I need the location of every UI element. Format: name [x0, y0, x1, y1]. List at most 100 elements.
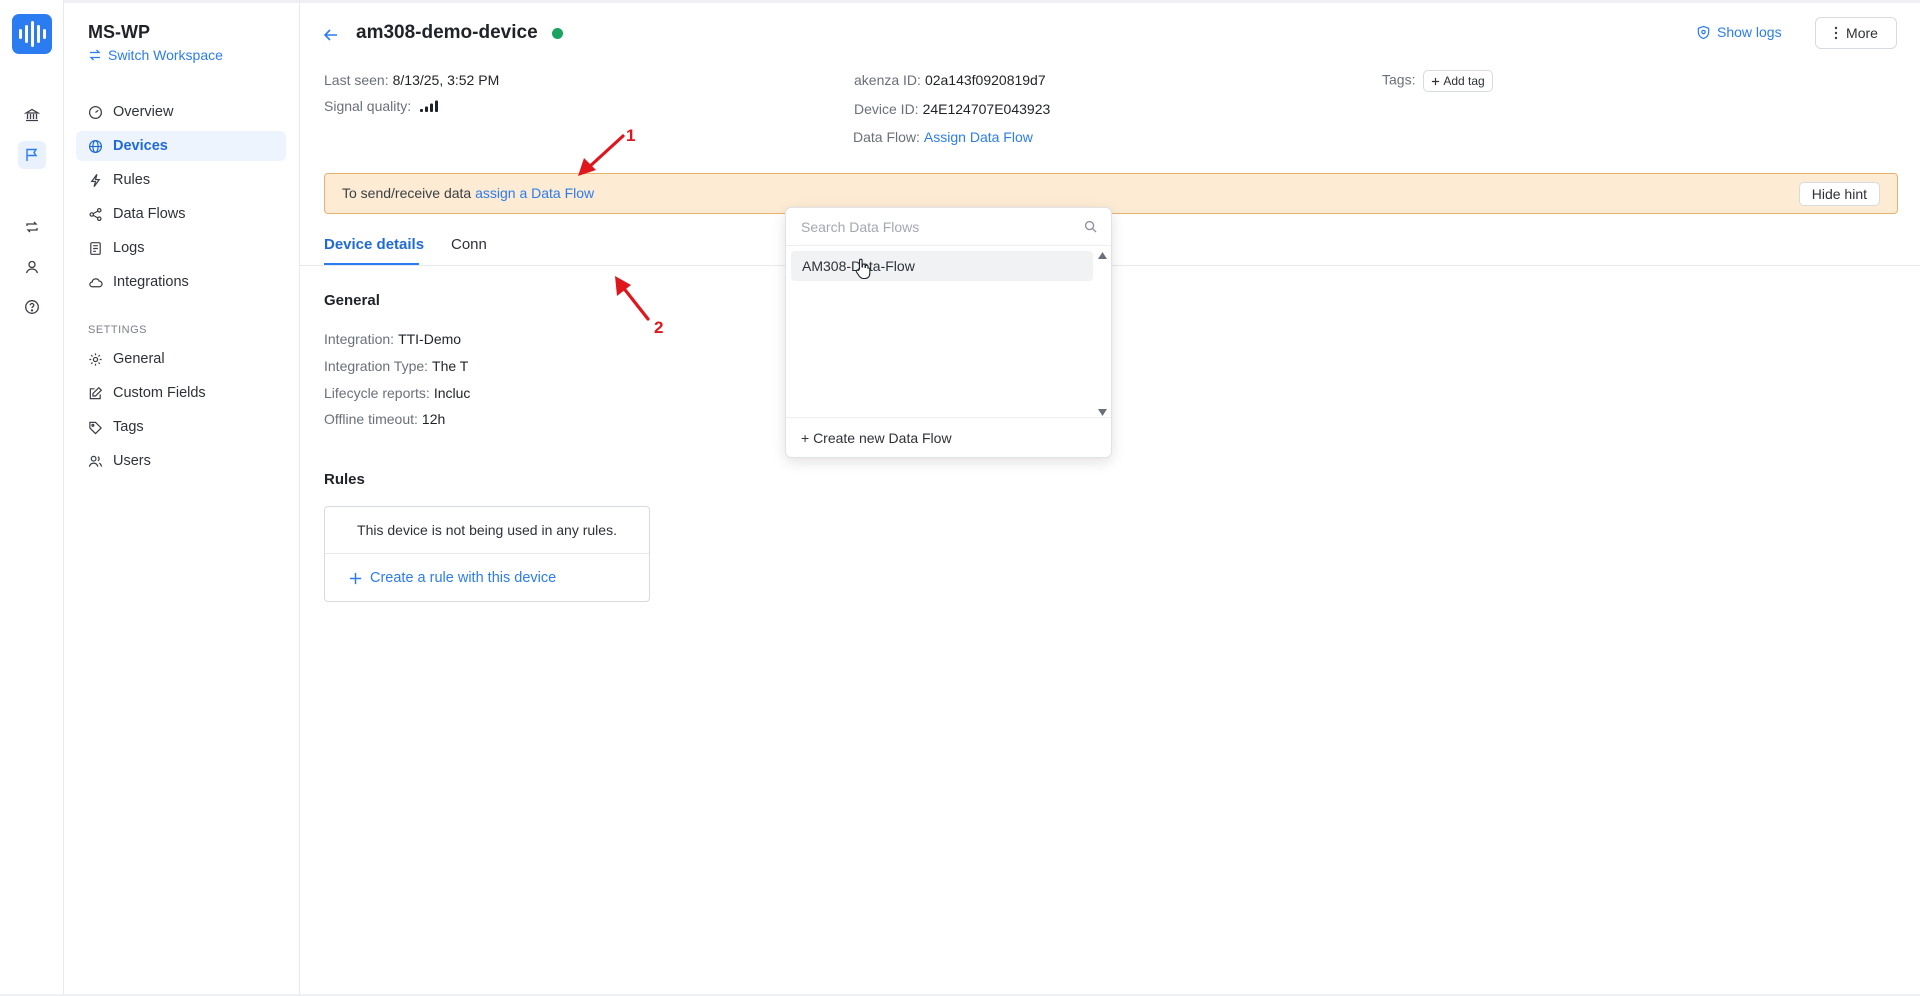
sidebar-item-label: Tags: [113, 419, 144, 435]
edit-icon: [89, 386, 103, 399]
data-flow-label: Data Flow:: [853, 129, 920, 145]
last-seen: Last seen: 8/13/25, 3:52 PM: [324, 72, 499, 88]
switch-workspace-label: Switch Workspace: [108, 47, 223, 63]
main-content: am308-demo-device Show logs More Last se…: [300, 0, 1920, 996]
annotation-label-2: 2: [654, 318, 664, 337]
signal-quality-label: Signal quality:: [324, 98, 412, 114]
sidebar-item-label: Users: [113, 453, 151, 469]
detail-label: Offline timeout:: [324, 411, 418, 427]
akenza-id: akenza ID: 02a143f0920819d7: [854, 72, 1046, 88]
show-logs-label: Show logs: [1717, 24, 1782, 40]
scroll-down-icon[interactable]: [1098, 409, 1107, 416]
app-logo[interactable]: [12, 14, 52, 54]
show-logs-button[interactable]: Show logs: [1696, 24, 1782, 40]
plus-icon: [349, 572, 362, 584]
scroll-up-icon[interactable]: [1098, 252, 1107, 259]
sidebar-item-users[interactable]: Users: [76, 446, 286, 476]
detail-label: Integration:: [324, 331, 395, 347]
bank-icon[interactable]: [18, 101, 46, 129]
data-flow-option[interactable]: AM308-Data-Flow: [791, 251, 1093, 281]
gear-icon: [89, 352, 102, 366]
sidebar-item-label: Custom Fields: [113, 385, 206, 401]
assign-data-flow-link[interactable]: Assign Data Flow: [924, 129, 1033, 145]
user-icon[interactable]: [18, 253, 46, 281]
sidebar-item-devices[interactable]: Devices: [76, 131, 286, 161]
detail-lifecycle-reports: Lifecycle reports: Incluc: [324, 385, 470, 401]
hand-cursor-icon: [855, 258, 871, 280]
sidebar-item-rules[interactable]: Rules: [76, 165, 286, 195]
hint-banner: To send/receive data assign a Data Flow …: [324, 173, 1898, 214]
settings-section-label: SETTINGS: [88, 324, 148, 336]
more-label: More: [1846, 25, 1878, 41]
search-icon: [1084, 220, 1097, 233]
workspace-name: MS-WP: [88, 22, 150, 42]
detail-label: Integration Type:: [324, 358, 429, 374]
last-seen-value: 8/13/25, 3:52 PM: [392, 72, 500, 88]
detail-value: Incluc: [433, 385, 471, 401]
rules-section-title: Rules: [324, 471, 365, 488]
detail-label: Lifecycle reports:: [324, 385, 430, 401]
sidebar-item-label: Devices: [113, 138, 168, 154]
tab-connectivity[interactable]: Conn: [451, 236, 487, 253]
hide-hint-button[interactable]: Hide hint: [1798, 182, 1880, 206]
rules-empty-text: This device is not being used in any rul…: [325, 507, 649, 554]
sidebar-item-data-flows[interactable]: Data Flows: [76, 199, 286, 229]
last-seen-label: Last seen:: [324, 72, 389, 88]
sidebar-item-custom-fields[interactable]: Custom Fields: [76, 378, 286, 408]
log-icon: [90, 241, 101, 255]
tab-device-details[interactable]: Device details: [324, 236, 424, 253]
repeat-icon[interactable]: [18, 213, 46, 241]
icon-rail: [0, 0, 64, 996]
detail-value: TTI-Demo: [398, 331, 462, 347]
detail-value: 12h: [421, 411, 446, 427]
sidebar-item-general[interactable]: General: [76, 344, 286, 374]
share-icon: [89, 207, 102, 221]
sidebar-item-label: General: [113, 351, 165, 367]
signal-quality: Signal quality:: [324, 98, 443, 114]
sidebar-item-logs[interactable]: Logs: [76, 233, 286, 263]
sidebar-item-label: Overview: [113, 104, 174, 120]
add-tag-label: Add tag: [1443, 74, 1485, 88]
assign-data-flow-hint-link[interactable]: assign a Data Flow: [475, 185, 594, 201]
kebab-icon: [1834, 26, 1838, 40]
search-data-flows-input[interactable]: [801, 217, 1071, 237]
device-id-value: 24E124707E043923: [922, 101, 1051, 117]
switch-workspace-link[interactable]: Switch Workspace: [88, 47, 223, 63]
tag-icon: [89, 421, 102, 434]
back-arrow-icon[interactable]: [322, 26, 340, 49]
plus-icon: [1432, 77, 1440, 85]
more-button[interactable]: More: [1815, 17, 1897, 49]
sidebar-item-label: Integrations: [113, 274, 189, 290]
detail-integration-type: Integration Type: The T: [324, 358, 468, 374]
sidebar: MS-WP Switch Workspace Overview Devices …: [64, 0, 300, 996]
general-section-title: General: [324, 292, 380, 309]
sidebar-item-integrations[interactable]: Integrations: [76, 267, 286, 297]
device-id: Device ID: 24E124707E043923: [854, 101, 1050, 117]
detail-offline-timeout: Offline timeout: 12h: [324, 411, 445, 427]
dropdown-search: [786, 208, 1111, 246]
shield-icon: [1697, 25, 1710, 39]
status-indicator: [552, 28, 563, 39]
annotation-label-1: 1: [626, 126, 636, 145]
detail-value: The T: [432, 358, 469, 374]
device-title: am308-demo-device: [356, 22, 538, 43]
help-icon[interactable]: [18, 293, 46, 321]
device-id-label: Device ID:: [854, 101, 919, 117]
create-data-flow-button[interactable]: + Create new Data Flow: [786, 417, 1111, 457]
tags-label: Tags:: [1382, 71, 1416, 88]
cloud-icon: [89, 277, 103, 287]
sidebar-item-overview[interactable]: Overview: [76, 97, 286, 127]
signal-bars-icon: [420, 100, 439, 112]
flag-icon[interactable]: [18, 141, 46, 169]
sidebar-item-tags[interactable]: Tags: [76, 412, 286, 442]
sidebar-item-label: Logs: [113, 240, 145, 256]
swap-icon: [89, 49, 101, 61]
users-icon: [88, 455, 103, 467]
create-rule-button[interactable]: Create a rule with this device: [349, 570, 556, 586]
data-flow-dropdown: AM308-Data-Flow + Create new Data Flow: [785, 207, 1112, 458]
add-tag-button[interactable]: Add tag: [1423, 70, 1493, 92]
hint-text: To send/receive data assign a Data Flow: [342, 185, 594, 201]
data-flow: Data Flow: Assign Data Flow: [853, 129, 1033, 145]
akenza-id-value: 02a143f0920819d7: [924, 72, 1046, 88]
dropdown-scrollbar[interactable]: [1096, 248, 1108, 420]
